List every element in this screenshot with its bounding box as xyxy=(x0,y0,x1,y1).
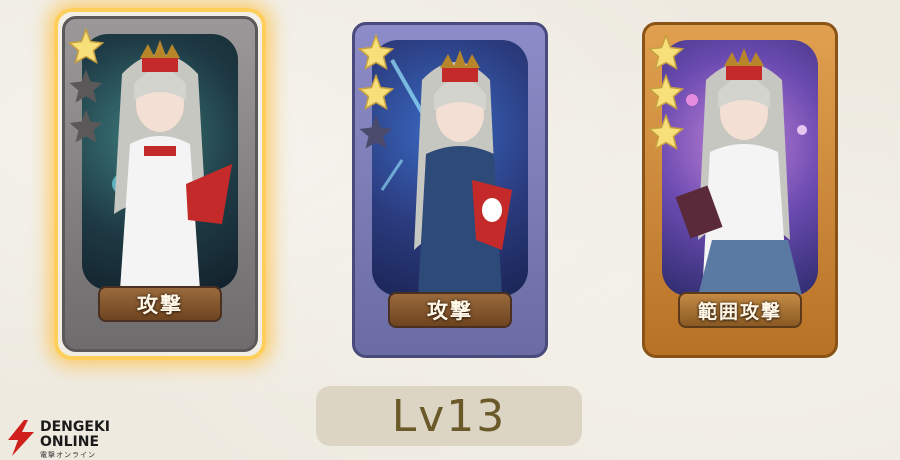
skill-card-2[interactable]: 攻撃 xyxy=(352,22,548,358)
star-filled-icon xyxy=(358,34,394,70)
rarity-stars xyxy=(358,34,394,154)
star-filled-icon xyxy=(648,114,684,150)
star-filled-icon xyxy=(358,74,394,110)
level-text: Lv13 xyxy=(391,390,507,442)
skill-card-3[interactable]: 範囲攻撃 xyxy=(642,22,838,358)
skill-type-label: 攻撃 xyxy=(98,286,222,322)
star-empty-icon xyxy=(69,109,103,143)
character-illustration xyxy=(380,50,512,296)
star-filled-icon xyxy=(648,74,684,110)
character-illustration xyxy=(675,48,807,296)
watermark-logo: DENGEKI ONLINE 電撃オンライン xyxy=(6,418,126,459)
skill-card-1[interactable]: 攻撃 xyxy=(54,8,266,360)
star-filled-icon xyxy=(68,28,104,64)
character-art xyxy=(82,34,238,290)
skill-type-label: 攻撃 xyxy=(388,292,512,328)
lightning-bolt-icon xyxy=(8,420,34,456)
rarity-stars xyxy=(648,34,684,154)
character-art xyxy=(662,40,818,296)
watermark-line1: DENGEKI xyxy=(40,419,111,435)
level-indicator: Lv13 xyxy=(316,386,582,446)
rarity-stars xyxy=(68,28,104,148)
star-filled-icon xyxy=(648,34,684,70)
watermark-line3: 電撃オンライン xyxy=(40,451,96,459)
character-art xyxy=(372,40,528,296)
star-empty-icon xyxy=(359,115,393,149)
watermark-line2: ONLINE xyxy=(40,434,100,450)
skill-type-label: 範囲攻撃 xyxy=(678,292,802,328)
character-illustration xyxy=(112,40,232,290)
star-empty-icon xyxy=(69,69,103,103)
